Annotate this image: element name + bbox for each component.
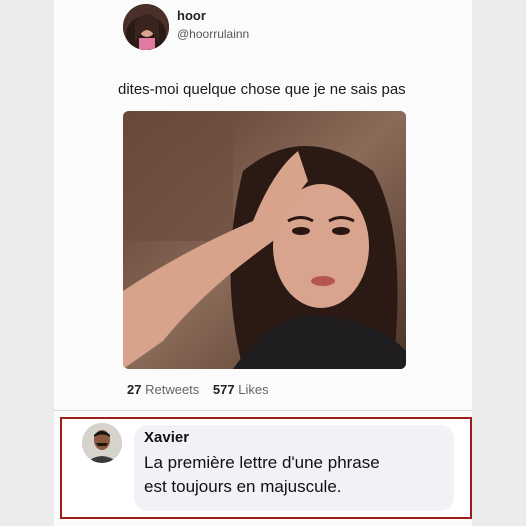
tweet-text: dites-moi quelque chose que je ne sais p…	[118, 81, 406, 98]
reply-highlight-box: Xavier La première lettre d'une phrase e…	[60, 417, 472, 519]
reply-author-name[interactable]: Xavier	[144, 429, 189, 446]
reply-text-line2: est toujours en majuscule.	[144, 477, 342, 496]
author-handle[interactable]: @hoorrulainn	[177, 27, 249, 41]
retweets-count: 27	[127, 382, 142, 397]
author-avatar[interactable]	[123, 4, 169, 50]
tweet-photo[interactable]	[123, 111, 406, 369]
author-name[interactable]: hoor	[177, 8, 206, 23]
divider	[54, 410, 472, 411]
likes-label[interactable]: Likes	[238, 382, 268, 397]
tweet-photo-image	[123, 111, 406, 369]
reply-text: La première lettre d'une phrase est touj…	[144, 451, 444, 499]
likes-count: 577	[212, 382, 235, 397]
reply-avatar-image	[82, 423, 122, 463]
retweets-label[interactable]: Retweets	[145, 382, 199, 397]
author-avatar-image	[123, 4, 169, 50]
reply-avatar[interactable]	[82, 423, 122, 463]
reply-text-line1: La première lettre d'une phrase	[144, 453, 380, 472]
tweet-stats: 27 Retweets 577 Likes	[127, 382, 279, 397]
